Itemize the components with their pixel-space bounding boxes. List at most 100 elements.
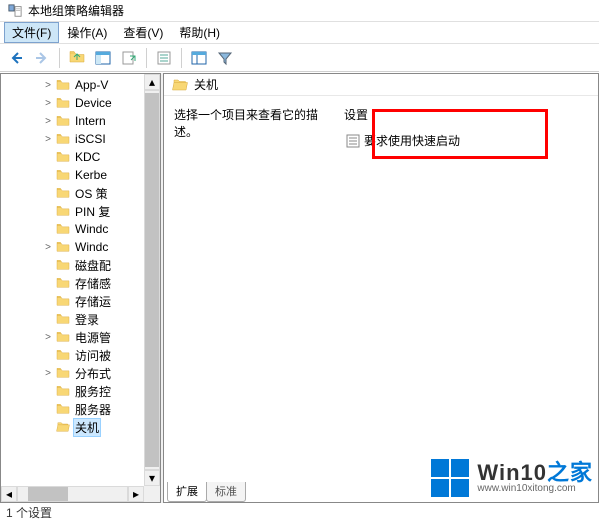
folder-icon — [56, 259, 70, 271]
tree-panel: >App-V>Device>Intern>iSCSIKDCKerbeOS 策PI… — [0, 73, 160, 503]
tree-item-12[interactable]: 存储运 — [1, 292, 160, 310]
tab-extended[interactable]: 扩展 — [167, 482, 207, 502]
tree-item-label: 服务控 — [73, 383, 113, 400]
tree-item-label: Intern — [73, 114, 108, 128]
content-body: 选择一个项目来查看它的描述。 设置 要求使用快速启动 — [164, 96, 598, 502]
tree-item-5[interactable]: Kerbe — [1, 166, 160, 184]
status-text: 1 个设置 — [6, 504, 52, 521]
main-area: >App-V>Device>Intern>iSCSIKDCKerbeOS 策PI… — [0, 72, 599, 503]
tree-item-16[interactable]: >分布式 — [1, 364, 160, 382]
settings-item-fast-startup[interactable]: 要求使用快速启动 — [344, 131, 588, 150]
tree-item-10[interactable]: 磁盘配 — [1, 256, 160, 274]
tree-horizontal-scrollbar[interactable]: ◂▸ — [1, 486, 144, 502]
tree-item-17[interactable]: 服务控 — [1, 382, 160, 400]
tree-item-0[interactable]: > App-V — [1, 76, 160, 94]
menu-help[interactable]: 帮助(H) — [171, 22, 228, 43]
back-button[interactable] — [4, 46, 28, 70]
expander-icon[interactable]: > — [43, 134, 53, 145]
folder-icon — [56, 295, 70, 307]
tree-item-label: 服务器 — [73, 401, 113, 418]
tree-item-13[interactable]: 登录 — [1, 310, 160, 328]
folder-icon — [56, 349, 70, 361]
folder-icon — [56, 223, 70, 235]
tree-item-7[interactable]: PIN 复 — [1, 202, 160, 220]
show-hide-tree-button[interactable] — [91, 46, 115, 70]
folder-icon — [56, 97, 70, 109]
export-button[interactable] — [117, 46, 141, 70]
tree-item-1[interactable]: >Device — [1, 94, 160, 112]
menubar: 文件(F) 操作(A) 查看(V) 帮助(H) — [0, 22, 599, 44]
tree-item-label: App-V — [73, 78, 110, 92]
folder-icon — [56, 241, 70, 253]
description-prompt: 选择一个项目来查看它的描述。 — [174, 106, 334, 140]
forward-button[interactable] — [30, 46, 54, 70]
tree-item-label: OS 策 — [73, 185, 110, 202]
tree-item-label: 存储运 — [73, 293, 113, 310]
tree-item-label: iSCSI — [73, 132, 108, 146]
expander-icon[interactable]: > — [43, 98, 53, 109]
tree-item-8[interactable]: Windc — [1, 220, 160, 238]
toolbar-separator — [181, 48, 182, 68]
scroll-corner — [144, 486, 160, 502]
policy-item-icon — [346, 134, 360, 148]
app-icon — [8, 4, 22, 18]
toolbar — [0, 44, 599, 72]
tree-item-11[interactable]: 存储感 — [1, 274, 160, 292]
folder-open-icon — [172, 78, 188, 92]
filter-button[interactable] — [213, 46, 237, 70]
tree-item-label: 关机 — [73, 418, 101, 437]
folder-icon — [56, 187, 70, 199]
settings-item-label: 要求使用快速启动 — [364, 132, 460, 149]
watermark-url: www.win10xitong.com — [477, 484, 593, 494]
tree-item-9[interactable]: > Windc — [1, 238, 160, 256]
titlebar: 本地组策略编辑器 — [0, 0, 599, 22]
tree-item-label: 存储感 — [73, 275, 113, 292]
window-title: 本地组策略编辑器 — [28, 2, 124, 19]
watermark-brand: Win10之家 — [477, 462, 593, 484]
folder-icon — [56, 169, 70, 181]
folder-icon — [56, 403, 70, 415]
menu-file[interactable]: 文件(F) — [4, 22, 59, 43]
expander-icon[interactable]: > — [43, 242, 53, 253]
tree-item-label: Windc — [73, 240, 110, 254]
folder-open-icon — [56, 421, 70, 433]
tree-vertical-scrollbar[interactable]: ▴▾ — [144, 74, 160, 486]
folder-icon — [56, 313, 70, 325]
expander-icon[interactable]: > — [43, 368, 53, 379]
content-tabs: 扩展 标准 — [167, 482, 245, 502]
menu-action[interactable]: 操作(A) — [59, 22, 115, 43]
folder-icon — [56, 79, 70, 91]
tree-item-14[interactable]: >电源管 — [1, 328, 160, 346]
expander-icon[interactable]: > — [43, 332, 53, 343]
tree-item-2[interactable]: > Intern — [1, 112, 160, 130]
content-title: 关机 — [194, 76, 218, 93]
folder-icon — [56, 151, 70, 163]
settings-header[interactable]: 设置 — [344, 106, 588, 123]
statusbar: 1 个设置 — [0, 503, 599, 521]
menu-view[interactable]: 查看(V) — [115, 22, 171, 43]
tree-item-label: 访问被 — [73, 347, 113, 364]
tree-item-3[interactable]: > iSCSI — [1, 130, 160, 148]
tree-item-label: 登录 — [73, 311, 101, 328]
tree-item-label: PIN 复 — [73, 203, 112, 220]
properties-button[interactable] — [187, 46, 211, 70]
refresh-button[interactable] — [152, 46, 176, 70]
expander-icon[interactable]: > — [43, 116, 53, 127]
expander-icon[interactable]: > — [43, 80, 53, 91]
up-button[interactable] — [65, 46, 89, 70]
toolbar-separator — [59, 48, 60, 68]
tree-item-19[interactable]: 关机 — [1, 418, 160, 436]
tree-item-4[interactable]: KDC — [1, 148, 160, 166]
folder-icon — [56, 277, 70, 289]
folder-icon — [56, 133, 70, 145]
folder-icon — [56, 367, 70, 379]
tab-standard[interactable]: 标准 — [206, 482, 246, 502]
folder-icon — [56, 205, 70, 217]
tree-item-6[interactable]: OS 策 — [1, 184, 160, 202]
folder-icon — [56, 115, 70, 127]
tree-item-15[interactable]: 访问被 — [1, 346, 160, 364]
tree[interactable]: >App-V>Device>Intern>iSCSIKDCKerbeOS 策PI… — [1, 74, 160, 438]
toolbar-separator — [146, 48, 147, 68]
tree-item-18[interactable]: 服务器 — [1, 400, 160, 418]
content-panel: 关机 选择一个项目来查看它的描述。 设置 要求使用快速启动 扩展 标准 — [164, 73, 599, 503]
